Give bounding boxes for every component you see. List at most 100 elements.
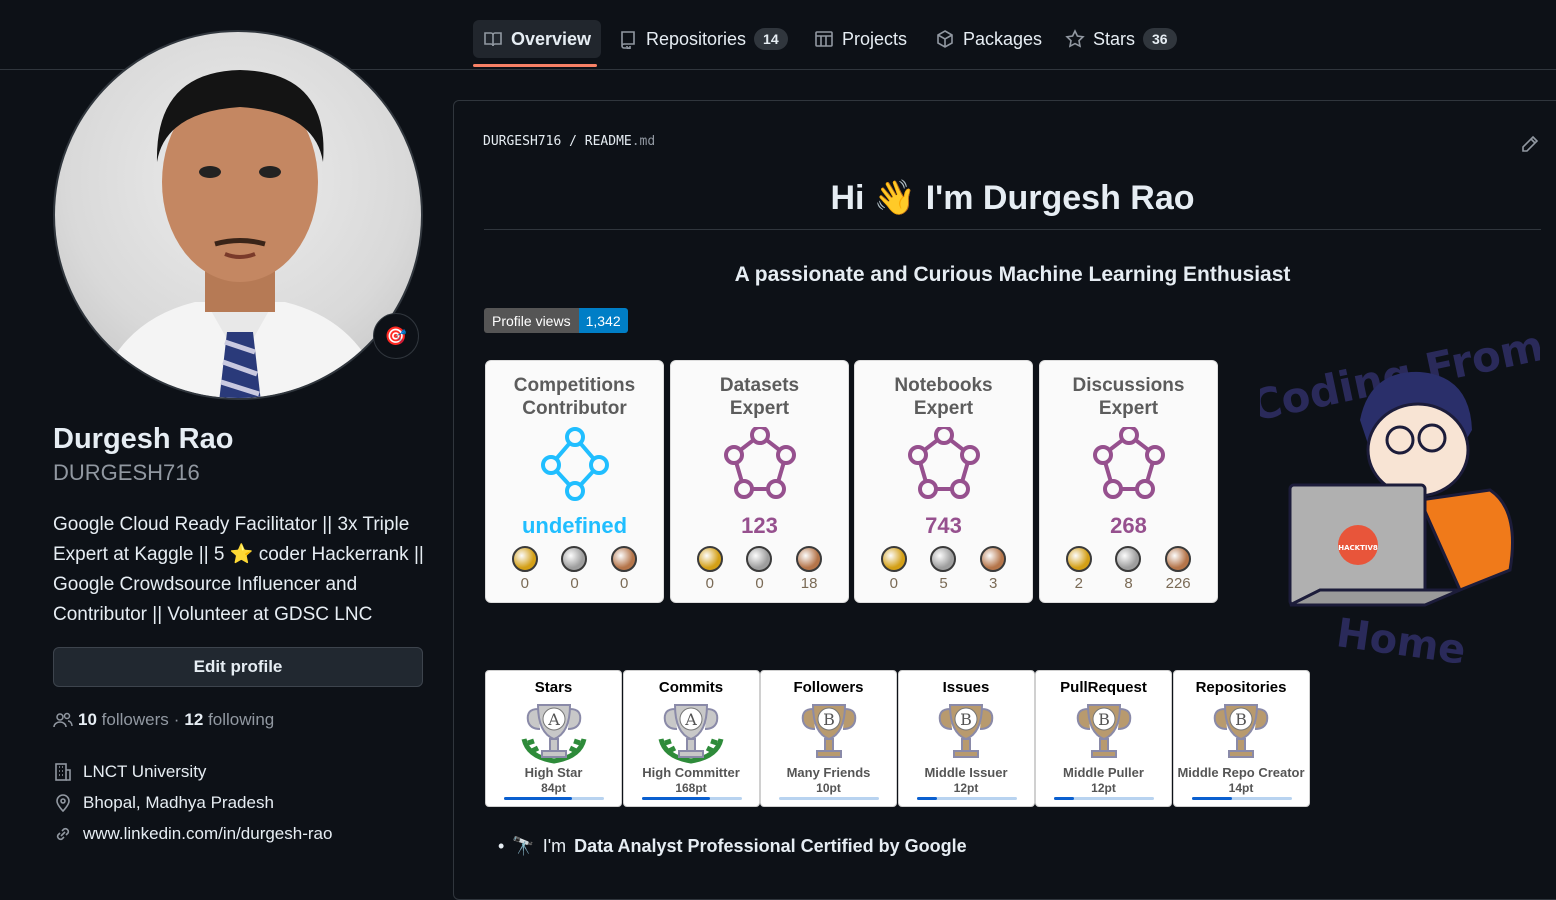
tab-label: Repositories <box>646 28 747 49</box>
followers-label: followers <box>101 710 169 729</box>
tab-label: Stars <box>1093 28 1136 49</box>
status-button[interactable]: 🎯 <box>373 313 419 359</box>
location-text: Bhopal, Madhya Pradesh <box>83 793 274 812</box>
vcard-location: Bhopal, Madhya Pradesh <box>53 793 274 813</box>
silver-medal: 8 <box>1115 546 1142 592</box>
trophy-title: Stars <box>534 679 573 696</box>
gold-medal-count: 0 <box>705 575 714 592</box>
trophy-rank: Many Friends <box>786 765 871 780</box>
bronze-medal: 18 <box>796 546 823 592</box>
gold-medal-count: 2 <box>1074 575 1083 592</box>
readme-heading: Hi 👋 I'm Durgesh Rao <box>484 178 1541 218</box>
edit-profile-button[interactable]: Edit profile <box>53 647 423 687</box>
following-count: 12 <box>184 710 204 729</box>
gold-medal: 0 <box>696 546 723 592</box>
trophy-points: 14pt <box>1228 781 1254 795</box>
kaggle-tier: Expert <box>729 398 790 419</box>
gold-medal-count: 0 <box>889 575 898 592</box>
trophy-rank: High Star <box>524 765 583 780</box>
avatar[interactable] <box>53 30 423 400</box>
views-badge-count: 1,342 <box>578 308 628 333</box>
readme-owner-link[interactable]: DURGESH716 <box>483 134 561 149</box>
followers-count: 10 <box>78 710 97 729</box>
silver-medal: 0 <box>746 546 773 592</box>
followers-link[interactable]: 10 followers <box>78 710 169 730</box>
silver-medal-icon <box>1115 546 1142 572</box>
bullet-certification: Data Analyst Professional Certified by G… <box>574 836 967 856</box>
vcard-link[interactable]: www.linkedin.com/in/durgesh-rao <box>53 824 332 844</box>
tab-overview[interactable]: Overview <box>473 20 602 58</box>
separator: · <box>173 710 180 729</box>
gold-medal-icon <box>1065 546 1092 572</box>
repo-icon <box>621 31 635 49</box>
star-icon <box>1065 29 1085 48</box>
bronze-medal-count: 18 <box>800 575 818 592</box>
following-link[interactable]: 12 following <box>184 710 274 730</box>
target-icon: 🎯 <box>384 325 408 346</box>
bronze-medal-icon <box>980 546 1007 572</box>
repositories-counter: 14 <box>754 28 788 50</box>
trophy-rank: High Committer <box>642 765 740 780</box>
path-separator: / <box>569 134 577 149</box>
linkedin-link[interactable]: www.linkedin.com/in/durgesh-rao <box>83 824 332 844</box>
kaggle-card-title: Discussions Expert <box>1040 374 1217 420</box>
medal-counts: 0 0 0 <box>486 546 663 592</box>
medal-counts: 2 8 226 <box>1040 546 1217 592</box>
trophy-icon: B <box>801 704 856 758</box>
trophy-card: Followers B Many Friends 10pt <box>760 670 897 807</box>
bronze-medal-icon <box>611 546 638 572</box>
wave-icon: 👋 <box>873 179 917 217</box>
tab-packages[interactable]: Packages <box>925 20 1052 58</box>
trophy-grade: B <box>1098 710 1110 729</box>
kaggle-card-title: Datasets Expert <box>671 374 848 420</box>
trophy-rank: Middle Issuer <box>924 765 1008 780</box>
silver-medal-count: 0 <box>755 575 764 592</box>
list-item: • 🔭 I'm Data Analyst Professional Certif… <box>498 836 967 857</box>
pencil-icon[interactable] <box>1520 134 1540 154</box>
trophy-progress-bar <box>916 797 1017 800</box>
bronze-medal: 226 <box>1165 546 1192 592</box>
trophy-progress-fill <box>1191 797 1232 800</box>
trophy-title: PullRequest <box>1060 679 1147 696</box>
kaggle-category: Datasets <box>719 375 800 396</box>
tab-label: Projects <box>842 28 908 49</box>
bronze-medal-icon <box>1165 546 1192 572</box>
gold-medal-count: 0 <box>520 575 529 592</box>
medal-counts: 0 0 18 <box>671 546 848 592</box>
trophy-card: Issues B Middle Issuer 12pt <box>897 670 1035 807</box>
organization-icon <box>55 763 71 781</box>
kaggle-card-title: Competitions Contributor <box>486 374 663 420</box>
tab-stars[interactable]: Stars 36 <box>1055 20 1187 58</box>
gold-medal-icon <box>511 546 538 572</box>
trophy-progress-fill <box>504 797 572 800</box>
trophy-points: 12pt <box>1091 781 1116 795</box>
illustration-caption-bottom: Home <box>1334 610 1469 670</box>
trophy-rank: Middle Repo Creator <box>1177 765 1305 780</box>
coding-from-home-illustration: Coding From HACKTIV8 Home <box>1260 321 1540 670</box>
trophy-title: Repositories <box>1195 679 1287 696</box>
expert-emblem-icon <box>907 427 980 499</box>
trophy-progress-fill <box>1054 797 1074 800</box>
hacktiv8-badge: HACKTIV8 <box>1338 544 1378 552</box>
gold-medal: 2 <box>1065 546 1092 592</box>
gold-medal: 0 <box>511 546 538 592</box>
contributor-emblem-icon <box>540 427 609 501</box>
package-icon <box>937 30 953 48</box>
bronze-medal-icon <box>796 546 823 572</box>
bronze-medal-count: 0 <box>619 575 629 592</box>
avatar-photo <box>96 70 384 398</box>
silver-medal-icon <box>746 546 773 572</box>
expert-emblem-icon <box>1092 427 1165 499</box>
trophy-points: 10pt <box>816 781 841 795</box>
readme-file-name: README <box>584 134 632 149</box>
gold-medal-icon <box>696 546 723 572</box>
tab-label: Packages <box>963 28 1043 49</box>
trophy-points: 12pt <box>953 781 979 795</box>
bronze-medal-count: 226 <box>1165 575 1191 592</box>
kaggle-tier: Expert <box>1098 398 1159 419</box>
tab-projects[interactable]: Projects <box>804 20 917 58</box>
trophy-progress-bar <box>641 797 742 800</box>
readme-path: DURGESH716 / README.md <box>483 134 655 149</box>
tab-repositories[interactable]: Repositories 14 <box>608 20 798 58</box>
trophy-title: Issues <box>942 679 990 696</box>
